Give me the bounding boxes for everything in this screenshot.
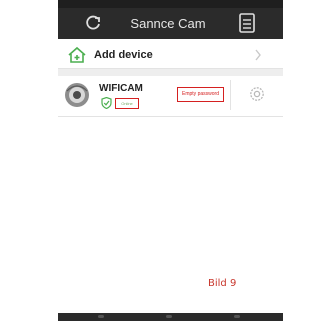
shield-check-icon xyxy=(101,97,112,109)
home-plus-icon xyxy=(68,46,86,63)
empty-password-warning[interactable]: Empty password xyxy=(177,87,224,102)
device-status: Online xyxy=(115,98,139,109)
nav-back-icon[interactable] xyxy=(98,315,104,318)
chevron-right-icon xyxy=(255,49,261,61)
device-list-item[interactable]: WIFICAM Online Empty password xyxy=(58,76,283,117)
figure-caption: Bild 9 xyxy=(208,278,237,289)
bottom-nav-bar xyxy=(58,313,283,321)
add-device-label: Add device xyxy=(94,49,153,61)
row-divider xyxy=(230,80,231,110)
nav-home-icon[interactable] xyxy=(166,315,172,318)
phone-screen: Sannce Cam Add device WIFICAM Online Emp… xyxy=(58,0,283,321)
status-bar xyxy=(58,0,283,8)
section-gap xyxy=(58,69,283,76)
camera-thumbnail[interactable] xyxy=(64,82,90,108)
document-icon[interactable] xyxy=(238,13,256,33)
device-name: WIFICAM xyxy=(99,83,143,94)
add-device-row[interactable]: Add device xyxy=(58,42,283,69)
app-header: Sannce Cam xyxy=(58,8,283,39)
nav-recent-icon[interactable] xyxy=(234,315,240,318)
app-title: Sannce Cam xyxy=(130,16,206,31)
settings-icon[interactable] xyxy=(249,86,265,102)
